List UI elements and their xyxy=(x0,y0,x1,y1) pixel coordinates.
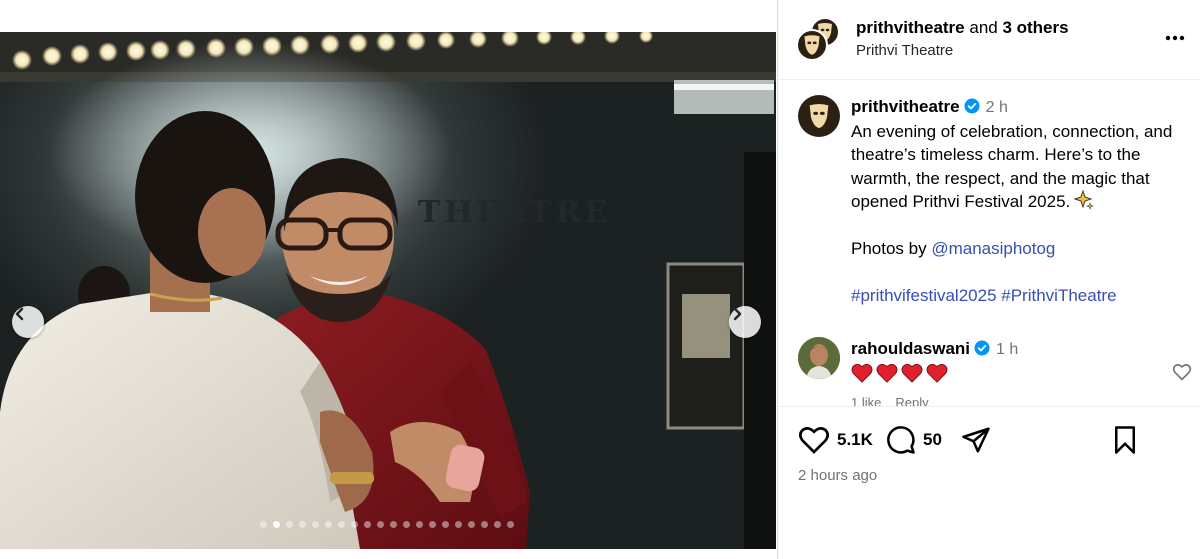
others-link[interactable]: 3 others xyxy=(1002,18,1068,37)
carousel-dot xyxy=(286,521,293,528)
carousel-dot xyxy=(312,521,319,528)
next-slide-button[interactable] xyxy=(729,306,761,338)
collab-avatars[interactable] xyxy=(796,17,840,61)
carousel-dot xyxy=(403,521,410,528)
comment-item: rahouldaswani 1 h 1 like Reply xyxy=(798,337,1198,407)
comment-bubble-icon xyxy=(887,426,915,454)
more-horizontal-icon xyxy=(1165,35,1185,41)
chevron-right-icon xyxy=(733,307,742,321)
red-heart-emoji-icon xyxy=(901,363,923,383)
bookmark-icon xyxy=(1115,426,1135,454)
location-link[interactable]: Prithvi Theatre xyxy=(856,42,953,59)
carousel-dot xyxy=(325,521,332,528)
carousel-dot xyxy=(494,521,501,528)
commenter-username[interactable]: rahouldaswani xyxy=(851,339,970,358)
caption-username[interactable]: prithvitheatre xyxy=(851,97,960,116)
photo-illustration: THEATRE xyxy=(0,32,776,549)
like-button[interactable]: 5.1K xyxy=(798,425,873,455)
post-timestamp[interactable]: 2 hours ago xyxy=(798,467,877,484)
post-header: prithvitheatre and 3 others Prithvi Thea… xyxy=(778,0,1200,80)
carousel-dot xyxy=(260,521,267,528)
heart-outline-icon xyxy=(799,427,829,454)
hashtag-link[interactable]: #PrithviTheatre xyxy=(1001,286,1116,305)
carousel-dot xyxy=(481,521,488,528)
carousel-dot xyxy=(455,521,462,528)
chevron-left-icon xyxy=(15,307,24,321)
hashtag-link[interactable]: #prithvifestival2025 xyxy=(851,286,997,305)
carousel-indicator xyxy=(260,521,514,528)
author-username[interactable]: prithvitheatre xyxy=(856,18,965,37)
carousel-dot xyxy=(390,521,397,528)
post-actions: 5.1K 50 2 hours ago xyxy=(778,406,1200,559)
verified-badge-icon xyxy=(974,340,990,356)
caption-time: 2 h xyxy=(985,99,1008,116)
instagram-post-view: THEATRE prithvitheatre and 3 others Prit… xyxy=(0,0,1200,559)
comment-like-button[interactable] xyxy=(1172,363,1192,386)
comment-text xyxy=(851,363,1018,383)
carousel-dot xyxy=(429,521,436,528)
carousel-dot xyxy=(338,521,345,528)
red-heart-emoji-icon xyxy=(851,363,873,383)
post-photo[interactable]: THEATRE xyxy=(0,32,776,549)
carousel-dot xyxy=(468,521,475,528)
caption-text: An evening of celebration, connection, a… xyxy=(851,121,1178,212)
wall-sign-text: THEATRE xyxy=(418,195,611,230)
paper-plane-icon xyxy=(962,427,990,453)
account-avatar xyxy=(796,29,828,61)
share-button[interactable] xyxy=(961,425,991,455)
comment-button[interactable]: 50 xyxy=(886,425,942,455)
theatre-mask-icon xyxy=(804,35,820,55)
sparkles-emoji-icon xyxy=(1074,190,1095,210)
caption-avatar[interactable] xyxy=(798,95,840,137)
like-count[interactable]: 5.1K xyxy=(837,430,873,450)
red-heart-emoji-icon xyxy=(876,363,898,383)
save-button[interactable] xyxy=(1112,425,1138,455)
carousel-dot xyxy=(364,521,371,528)
post-media: THEATRE xyxy=(0,0,776,559)
more-options-button[interactable] xyxy=(1163,26,1187,50)
carousel-dot xyxy=(377,521,384,528)
carousel-dot xyxy=(351,521,358,528)
carousel-dot xyxy=(299,521,306,528)
carousel-dot xyxy=(416,521,423,528)
verified-badge-icon xyxy=(964,98,980,114)
commenter-photo xyxy=(798,337,840,379)
carousel-dot xyxy=(273,521,280,528)
post-details-panel: prithvitheatre and 3 others Prithvi Thea… xyxy=(777,0,1200,559)
authors-joiner: and xyxy=(964,18,1003,37)
photo-credit-prefix: Photos by xyxy=(851,239,932,258)
theatre-mask-icon xyxy=(809,104,829,128)
photographer-mention-link[interactable]: @manasiphotog xyxy=(931,239,1055,258)
carousel-dot xyxy=(507,521,514,528)
comment-body: rahouldaswani 1 h xyxy=(851,337,1018,383)
red-heart-emoji-icon xyxy=(926,363,948,383)
carousel-dot xyxy=(442,521,449,528)
post-authors: prithvitheatre and 3 others xyxy=(856,18,1069,38)
caption-body: prithvitheatre 2 h An evening of celebrat… xyxy=(851,95,1200,308)
heart-outline-icon xyxy=(1172,364,1192,381)
comment-time: 1 h xyxy=(996,341,1019,358)
comment-count[interactable]: 50 xyxy=(923,430,942,450)
previous-slide-button[interactable] xyxy=(12,306,44,338)
commenter-avatar[interactable] xyxy=(798,337,840,379)
